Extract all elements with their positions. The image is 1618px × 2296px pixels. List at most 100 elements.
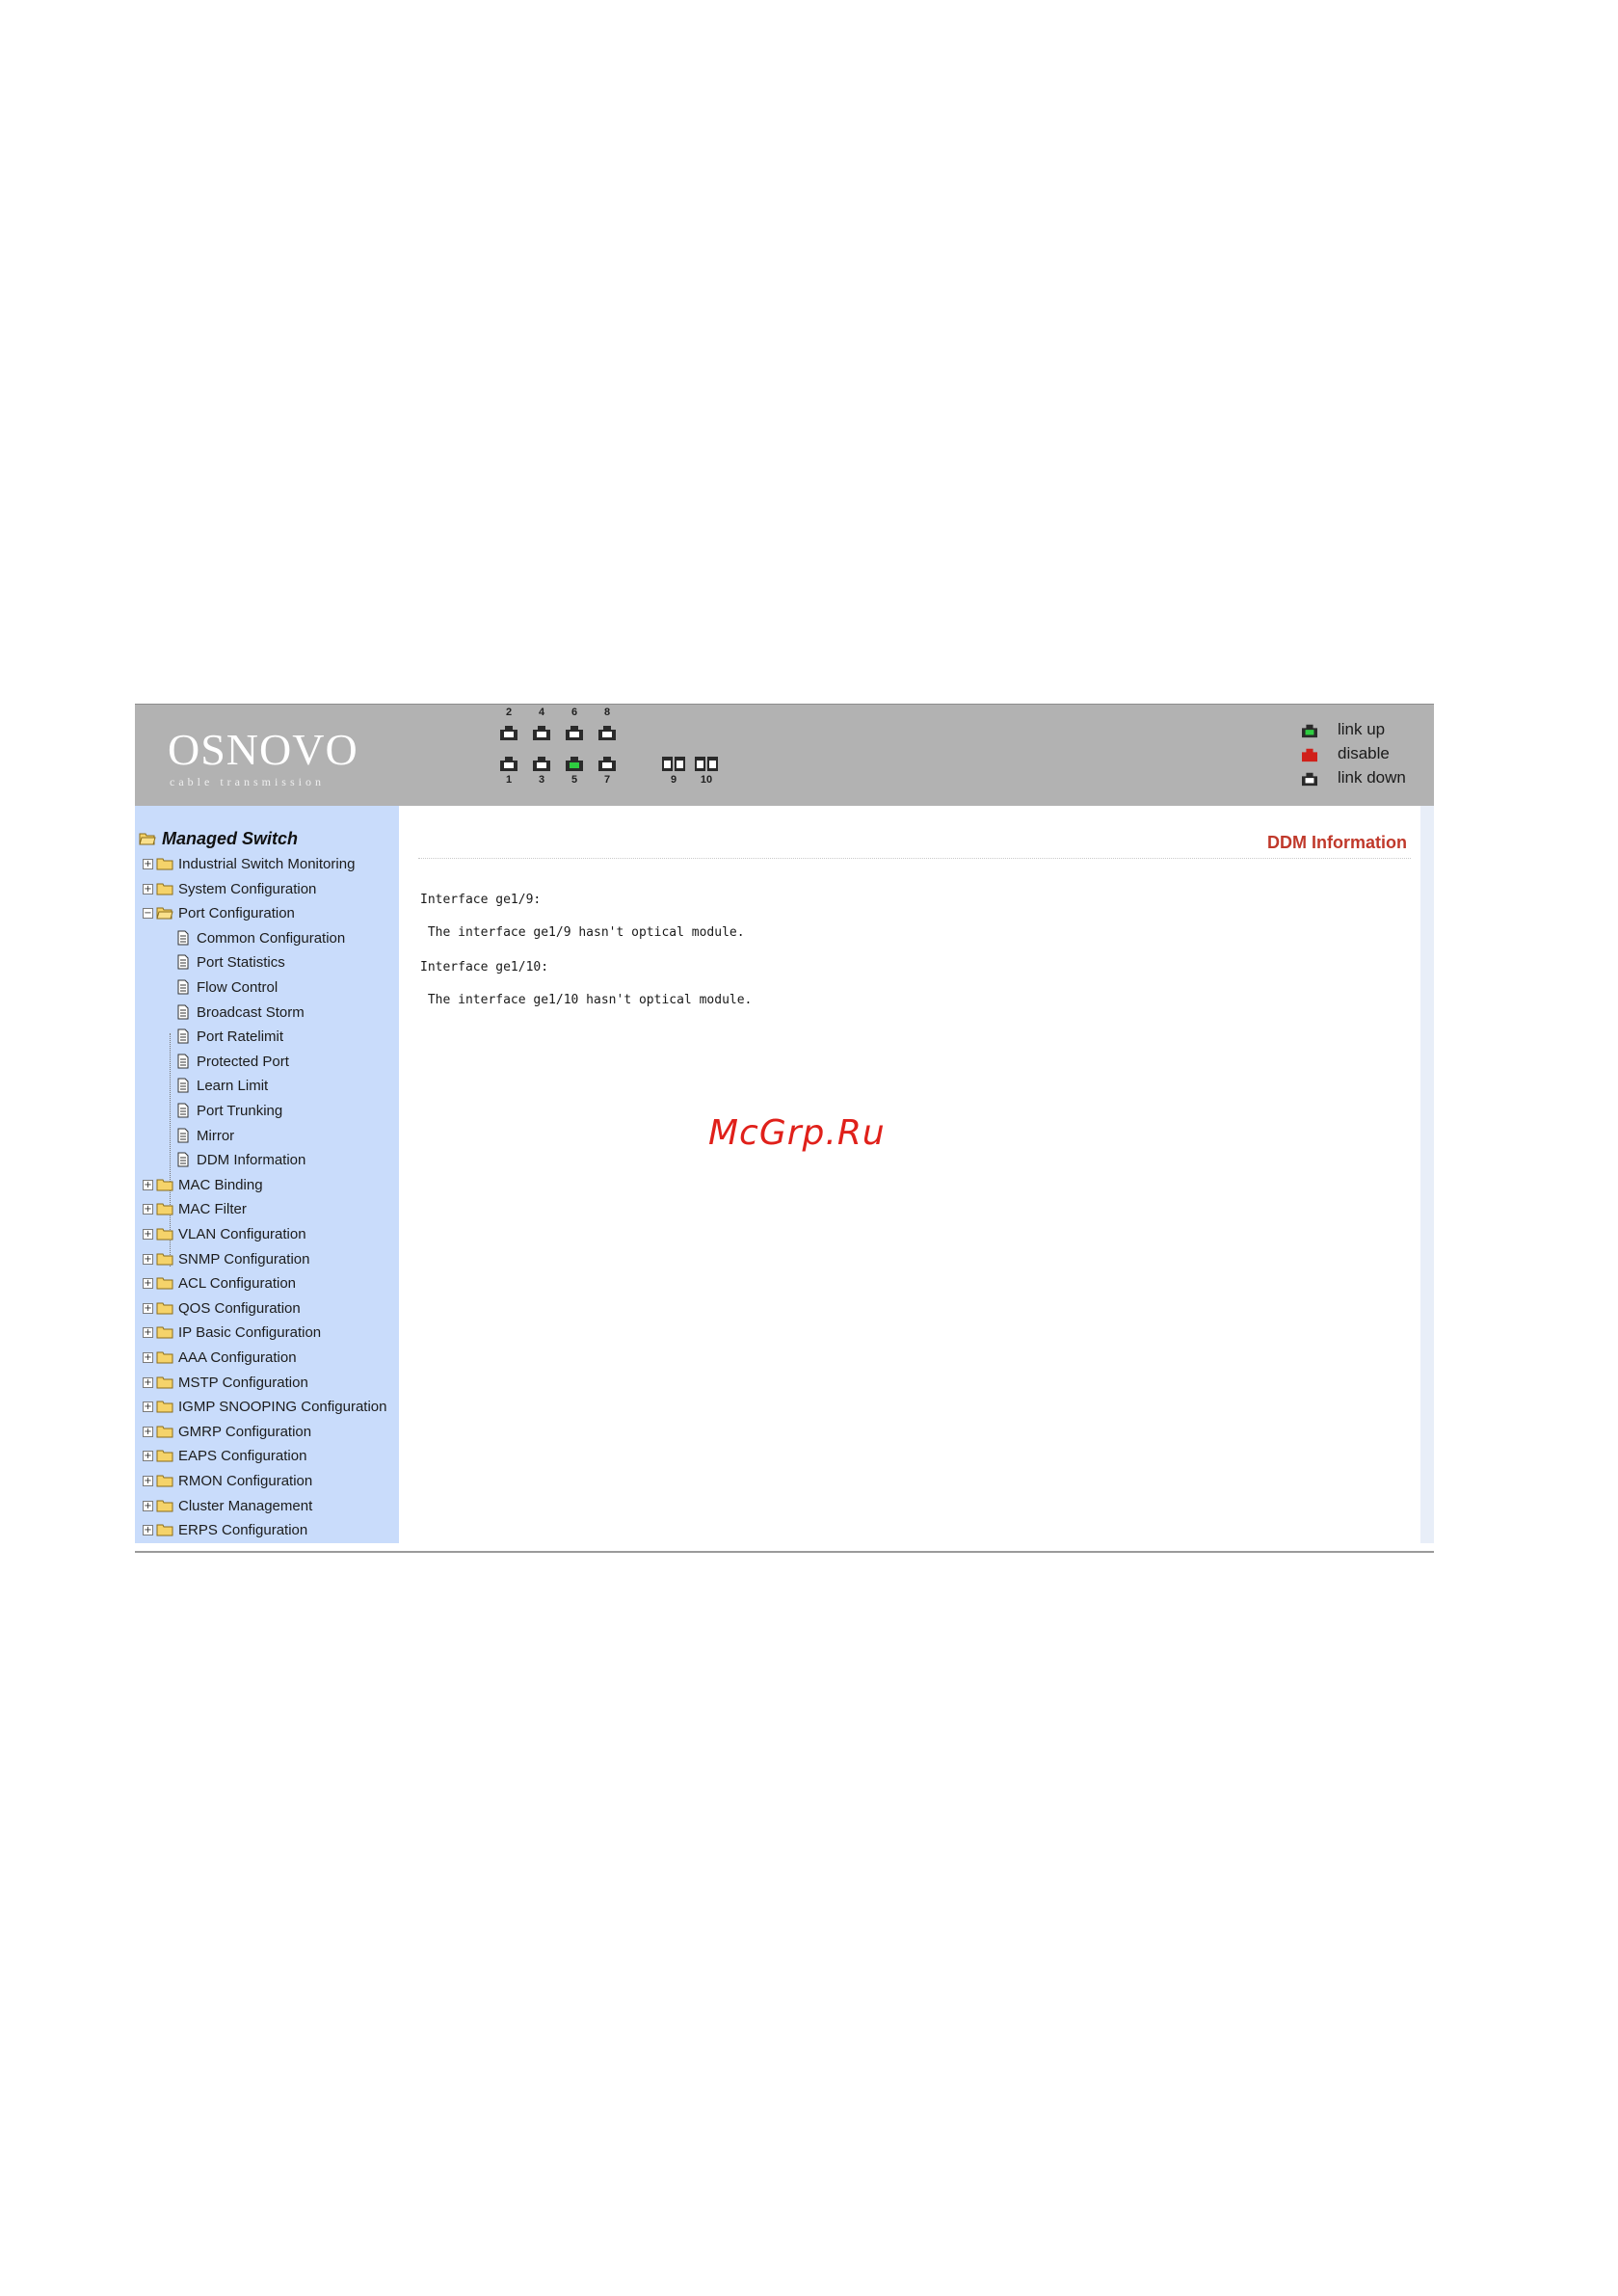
ethernet-port-icon [500, 726, 517, 740]
content-frame: DDM Information Interface ge1/9: The int… [399, 806, 1420, 1543]
folder-icon [156, 857, 173, 870]
port-number: 6 [570, 707, 578, 718]
folder-icon [156, 1449, 173, 1462]
folder-icon [156, 1499, 173, 1512]
legend-label: link down [1338, 768, 1406, 787]
legend-disable: disable [1301, 744, 1426, 768]
folder-icon [156, 1227, 173, 1241]
watermark: McGrp.Ru [708, 1113, 886, 1153]
sidebar-item-label: ACL Configuration [178, 1275, 297, 1293]
page-icon [177, 979, 189, 995]
expand-icon[interactable]: + [143, 1278, 153, 1290]
legend-label: link up [1338, 720, 1386, 738]
port-number: 9 [670, 774, 677, 786]
expand-icon[interactable]: + [143, 1451, 153, 1462]
sidebar-item-label: Protected Port [197, 1053, 289, 1070]
sidebar-item-label: IP Basic Configuration [178, 1324, 322, 1342]
ethernet-port-icon [598, 726, 616, 740]
folder-icon [156, 1350, 173, 1364]
osnovo-logo: OSNOVO cable transmission [168, 726, 360, 793]
logo-name: OSNOVO [168, 725, 358, 774]
expand-icon[interactable]: + [143, 1229, 153, 1240]
sidebar-item-label: DDM Information [197, 1152, 306, 1169]
expand-icon[interactable]: + [143, 1204, 153, 1215]
expand-icon[interactable]: + [143, 1302, 153, 1314]
sfp-port-icon [695, 757, 718, 771]
expand-icon[interactable]: + [143, 1426, 153, 1437]
sidebar-item-label: Port Trunking [197, 1103, 283, 1119]
expand-icon[interactable]: + [143, 1476, 153, 1486]
ethernet-port-icon-link-up [566, 757, 583, 771]
port-number: 8 [603, 707, 611, 718]
expand-icon[interactable]: + [143, 1525, 153, 1536]
open-folder-icon [156, 906, 173, 920]
folder-icon [156, 1523, 173, 1536]
interface-status: The interface ge1/10 hasn't optical modu… [420, 993, 753, 1007]
sidebar-item-label: Port Statistics [197, 954, 285, 972]
folder-icon [156, 1301, 173, 1315]
disable-icon [1302, 748, 1317, 762]
sidebar-item-label: Industrial Switch Monitoring [178, 856, 356, 872]
ethernet-port-icon [533, 757, 550, 771]
folder-icon [156, 1425, 173, 1438]
link-down-icon [1302, 772, 1317, 787]
interface-heading: Interface ge1/10: [420, 960, 549, 974]
ethernet-port-icon [533, 726, 550, 740]
tree-root-label: Managed Switch [162, 829, 299, 848]
header-bar: OSNOVO cable transmission 2 4 6 8 1 3 5 … [135, 704, 1434, 807]
sidebar-item-label: Mirror [197, 1127, 235, 1144]
sidebar-item-label: Flow Control [197, 979, 279, 996]
page-icon [177, 1128, 189, 1143]
port-number: 4 [538, 707, 545, 718]
ethernet-port-icon [566, 726, 583, 740]
sidebar-item-label: QOS Configuration [178, 1299, 301, 1317]
sidebar-item-label: ERPS Configuration [178, 1522, 308, 1539]
page-icon [177, 954, 189, 970]
folder-icon [156, 1400, 173, 1413]
expand-icon[interactable]: + [143, 1376, 153, 1388]
expand-icon[interactable]: + [143, 1253, 153, 1265]
expand-icon[interactable]: + [143, 1500, 153, 1511]
vertical-scrollbar[interactable] [1420, 806, 1434, 1543]
port-status-legend: link up disable link down [1301, 720, 1426, 792]
port-number: 1 [505, 774, 513, 786]
sidebar-item-label: Port Ratelimit [197, 1028, 284, 1046]
sidebar-item-label: GMRP Configuration [178, 1423, 312, 1440]
sidebar-item-label: AAA Configuration [178, 1349, 297, 1366]
expand-icon[interactable]: + [143, 1179, 153, 1190]
sidebar-item-label: IGMP SNOOPING Configuration [178, 1399, 387, 1416]
page-icon [177, 1103, 189, 1118]
sidebar-item-label: EAPS Configuration [178, 1448, 307, 1465]
legend-label: disable [1338, 744, 1390, 762]
sidebar-item-label: RMON Configuration [178, 1473, 313, 1489]
expand-icon[interactable]: + [143, 1352, 153, 1363]
expand-icon[interactable]: + [143, 1402, 153, 1413]
expand-icon[interactable]: + [143, 859, 153, 869]
sidebar-item-label: SNMP Configuration [178, 1250, 310, 1268]
page-title: DDM Information [1267, 833, 1407, 852]
page-icon [177, 1152, 189, 1167]
title-divider [418, 858, 1411, 859]
expand-icon[interactable]: + [143, 883, 153, 894]
folder-icon [156, 882, 173, 895]
sidebar-item-label: Port Configuration [178, 905, 295, 922]
expand-icon[interactable]: + [143, 1327, 153, 1339]
link-up-icon [1302, 724, 1317, 738]
ethernet-port-icon [598, 757, 616, 771]
folder-icon [156, 1202, 173, 1215]
open-folder-icon [139, 833, 156, 845]
sidebar-item-label: Common Configuration [197, 929, 346, 947]
interface-status: The interface ge1/9 hasn't optical modul… [420, 925, 745, 940]
folder-icon [156, 1375, 173, 1389]
logo-tagline: cable transmission [170, 775, 325, 788]
sidebar-item-label: VLAN Configuration [178, 1226, 306, 1242]
collapse-icon[interactable]: − [143, 908, 153, 920]
sidebar-item-label: Cluster Management [178, 1497, 313, 1514]
page-icon [177, 930, 189, 946]
sidebar-item-label: MAC Binding [178, 1176, 263, 1193]
port-number: 2 [505, 707, 513, 718]
sfp-port-icon [662, 757, 685, 771]
folder-icon [156, 1252, 173, 1266]
folder-icon [156, 1276, 173, 1290]
sidebar-item-label: System Configuration [178, 880, 317, 897]
